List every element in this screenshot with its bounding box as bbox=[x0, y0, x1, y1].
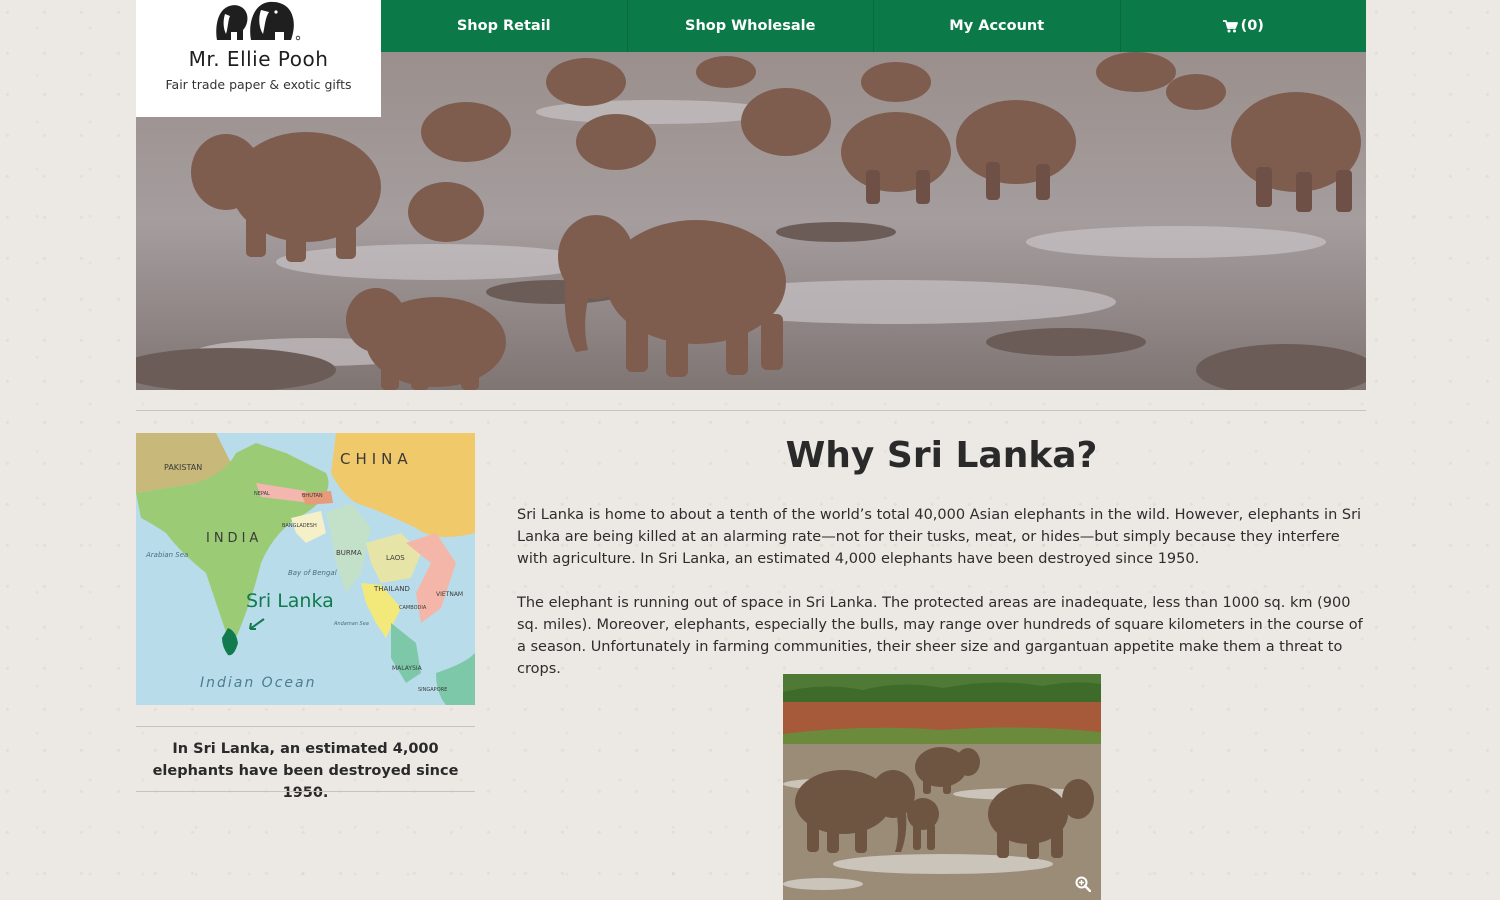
main-nav: Shop Retail Shop Wholesale My Account (0… bbox=[381, 0, 1366, 52]
map-label-india: INDIA bbox=[206, 531, 262, 546]
elephant-logo-icon bbox=[216, 1, 301, 41]
nav-shop-retail-label: Shop Retail bbox=[456, 18, 551, 34]
elephants-river-photo[interactable] bbox=[783, 674, 1101, 900]
nav-shop-wholesale-label: Shop Wholesale bbox=[685, 18, 816, 34]
page-wrapper: Mr. Ellie Pooh Fair trade paper & exotic… bbox=[136, 0, 1366, 900]
map-label-cambodia: CAMBODIA bbox=[399, 605, 427, 611]
caption-rule-top bbox=[136, 726, 475, 727]
site-logo[interactable]: Mr. Ellie Pooh Fair trade paper & exotic… bbox=[136, 0, 381, 117]
map-label-bay-of-bengal: Bay of Bengal bbox=[288, 569, 337, 577]
nav-cart[interactable]: (0) bbox=[1119, 0, 1367, 52]
cart-count: (0) bbox=[1240, 18, 1264, 34]
map-label-burma: BURMA bbox=[336, 549, 362, 557]
page-title: Why Sri Lanka? bbox=[785, 435, 1098, 476]
brand-name: Mr. Ellie Pooh bbox=[188, 47, 329, 71]
map-label-sri-lanka: Sri Lanka bbox=[246, 590, 334, 612]
map-label-andaman-sea: Andaman Sea bbox=[333, 621, 369, 627]
map-label-pakistan: PAKISTAN bbox=[164, 463, 202, 472]
section-divider bbox=[136, 410, 1366, 411]
brand-tagline: Fair trade paper & exotic gifts bbox=[165, 77, 352, 92]
map-label-nepal: NEPAL bbox=[254, 491, 270, 497]
caption-rule-bottom bbox=[136, 791, 475, 792]
paragraph-1: Sri Lanka is home to about a tenth of th… bbox=[517, 507, 1362, 567]
map-label-bhutan: BHUTAN bbox=[302, 493, 323, 499]
map-label-vietnam: VIETNAM bbox=[436, 591, 463, 598]
sri-lanka-map-image: CHINA INDIA PAKISTAN NEPAL BHUTAN BANGLA… bbox=[136, 433, 475, 705]
main-content: Why Sri Lanka? Sri Lanka is home to abou… bbox=[517, 430, 1366, 680]
map-label-thailand: THAILAND bbox=[373, 585, 410, 593]
map-caption: In Sri Lanka, an estimated 4,000 elephan… bbox=[152, 741, 459, 801]
nav-shop-wholesale[interactable]: Shop Wholesale bbox=[626, 0, 874, 52]
map-label-china: CHINA bbox=[340, 450, 413, 468]
map-label-malaysia: MALAYSIA bbox=[392, 665, 423, 672]
map-label-indian-ocean: Indian Ocean bbox=[200, 675, 316, 691]
map-label-arabian-sea: Arabian Sea bbox=[145, 551, 188, 559]
map-label-laos: LAOS bbox=[386, 554, 405, 562]
nav-shop-retail[interactable]: Shop Retail bbox=[381, 0, 627, 52]
nav-my-account-label: My Account bbox=[949, 18, 1045, 34]
paragraph-2: The elephant is running out of space in … bbox=[517, 595, 1363, 677]
cart-icon bbox=[1222, 19, 1238, 32]
map-label-bangladesh: BANGLADESH bbox=[282, 523, 317, 529]
zoom-icon[interactable] bbox=[1075, 876, 1091, 892]
nav-my-account[interactable]: My Account bbox=[873, 0, 1120, 52]
map-label-singapore: SINGAPORE bbox=[418, 687, 447, 693]
